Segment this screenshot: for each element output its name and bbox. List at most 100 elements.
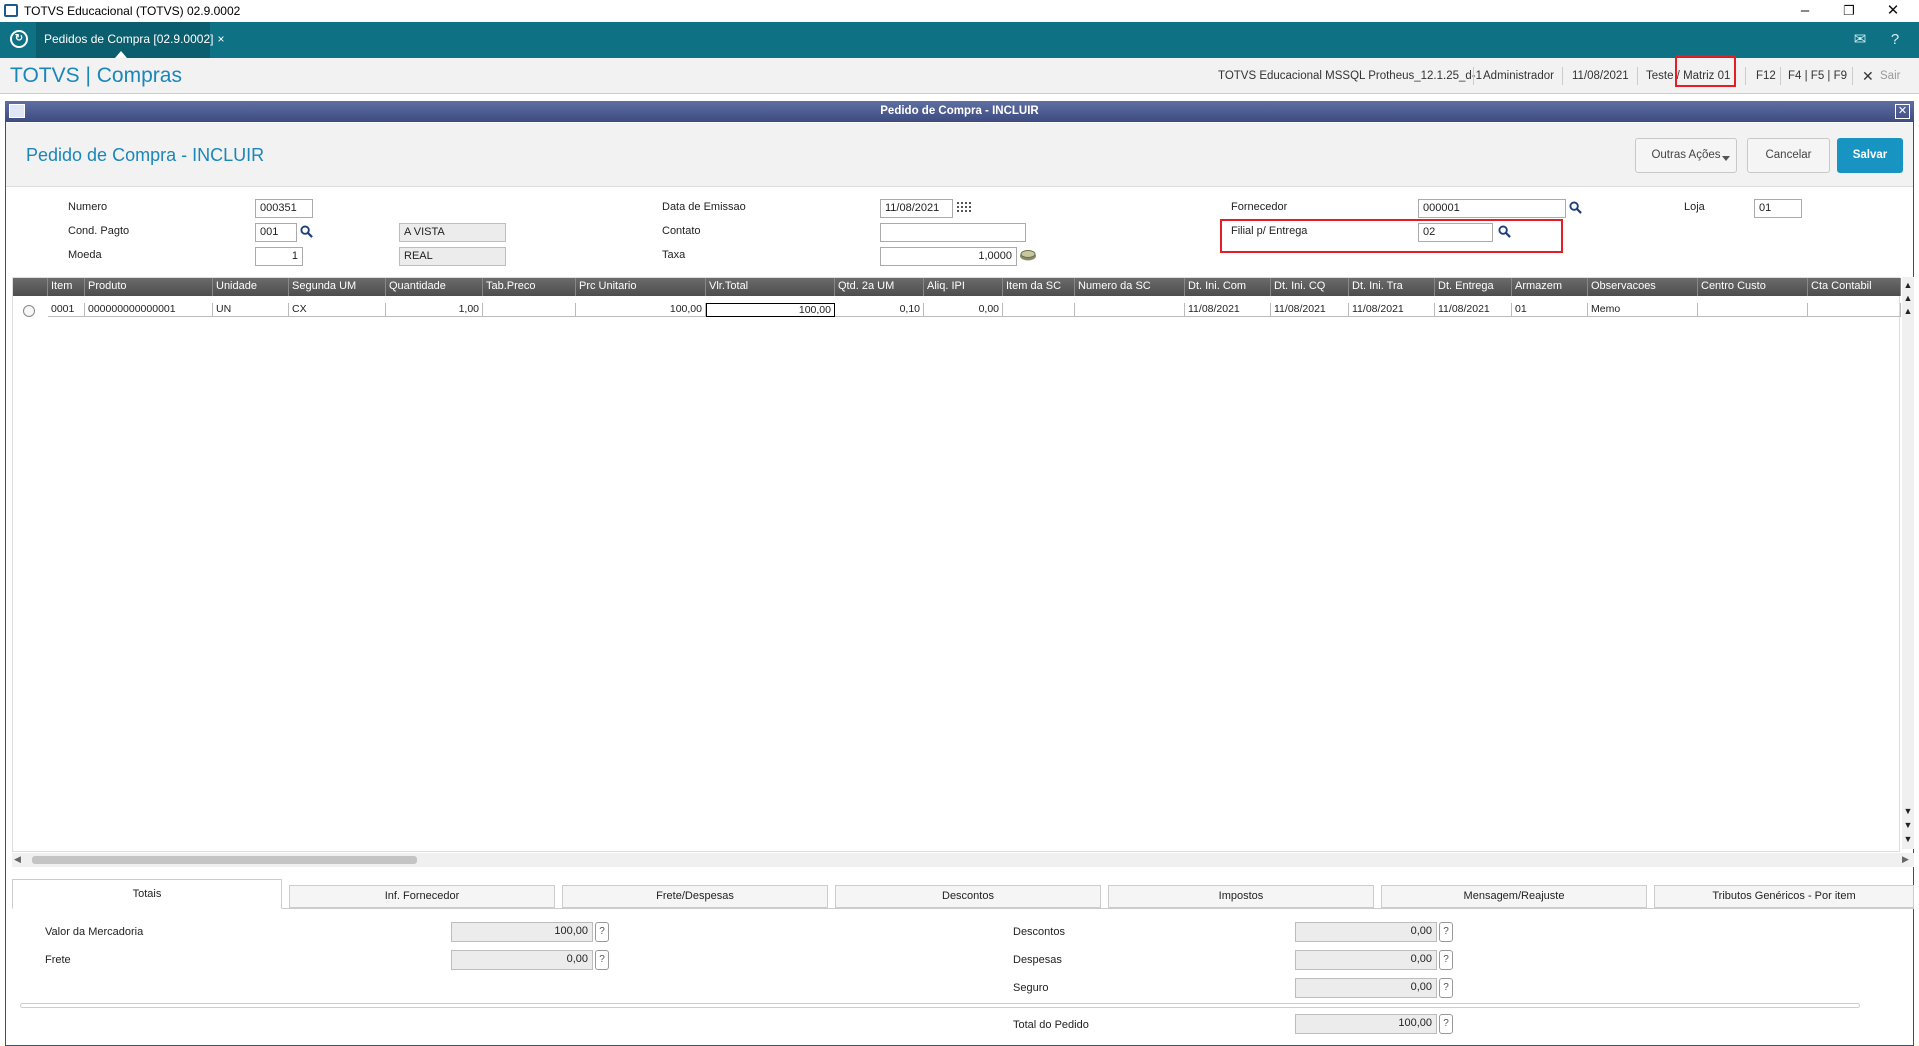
grid-header-dt-ini-cq[interactable]: Dt. Ini. CQ [1271,278,1349,296]
scroll-page-up-icon[interactable]: ▲ [1902,292,1914,304]
tab-descontos[interactable]: Descontos [835,885,1101,908]
grid-header-armazem[interactable]: Armazem [1512,278,1588,296]
cell-aliq-ipi[interactable]: 0,00 [924,303,1003,317]
footer-tabs: Totais Inf. Fornecedor Frete/Despesas De… [12,879,1914,909]
cell-armazem[interactable]: 01 [1512,303,1588,317]
tab-close-icon[interactable]: × [217,32,224,46]
tab-tributos-genericos[interactable]: Tributos Genéricos - Por item [1654,885,1914,908]
grid-header-unidade[interactable]: Unidade [213,278,289,296]
filial-entrega-label: Filial p/ Entrega [1231,225,1308,237]
highlight-box-branch [1675,55,1736,87]
loja-field[interactable]: 01 [1754,199,1802,218]
grid-header-quantidade[interactable]: Quantidade [386,278,483,296]
exit-button[interactable]: Sair [1880,58,1900,94]
cell-dt-entrega[interactable]: 11/08/2021 [1435,303,1512,317]
user-label: Administrador [1483,70,1554,82]
cell-dt-ini-tra[interactable]: 11/08/2021 [1349,303,1435,317]
cancel-button[interactable]: Cancelar [1747,138,1830,173]
grid-header-vlr-total[interactable]: Vlr.Total [706,278,835,296]
grid-header-tab-preco[interactable]: Tab.Preco [483,278,576,296]
tab-impostos[interactable]: Impostos [1108,885,1374,908]
cell-segunda-um[interactable]: CX [289,303,386,317]
help-icon[interactable]: ? [1885,30,1905,50]
descontos-help-button[interactable]: ? [1439,922,1453,942]
cell-observacoes[interactable]: Memo [1588,303,1698,317]
grid-header-dt-entrega[interactable]: Dt. Entrega [1435,278,1512,296]
row-select-radio[interactable] [23,305,35,317]
grid-header-cta-contabil[interactable]: Cta Contabil [1808,278,1901,296]
taxa-field[interactable]: 1,0000 [880,247,1017,266]
scrollbar-thumb[interactable] [32,856,417,864]
cell-unidade[interactable]: UN [213,303,289,317]
grid-header-aliq-ipi[interactable]: Aliq. IPI [924,278,1003,296]
moeda-field[interactable]: 1 [255,247,303,266]
cell-numero-sc[interactable] [1075,303,1185,317]
scroll-down-icon[interactable]: ▼ [1902,805,1914,817]
cell-dt-ini-cq[interactable]: 11/08/2021 [1271,303,1349,317]
grid-header-segunda-um[interactable]: Segunda UM [289,278,386,296]
fornecedor-search-icon[interactable] [1569,201,1582,214]
other-actions-button[interactable]: Outras Ações [1635,138,1737,173]
cell-centro-custo[interactable] [1698,303,1808,317]
grid-header-item-sc[interactable]: Item da SC [1003,278,1075,296]
save-button[interactable]: Salvar [1837,138,1903,173]
despesas-label: Despesas [1013,954,1062,966]
grid-header-dt-ini-com[interactable]: Dt. Ini. Com [1185,278,1271,296]
dialog-close-icon[interactable]: ✕ [1895,104,1910,119]
cell-tab-preco[interactable] [483,303,576,317]
scroll-right-icon[interactable]: ▶ [1902,854,1909,865]
grid-header-produto[interactable]: Produto [85,278,213,296]
scroll-left-icon[interactable]: ◀ [14,854,21,865]
contato-field[interactable] [880,223,1026,242]
cell-dt-ini-com[interactable]: 11/08/2021 [1185,303,1271,317]
tab-frete-despesas[interactable]: Frete/Despesas [562,885,828,908]
grid-vertical-scrollbar[interactable]: ▲ ▲ ▲ ▼ ▼ ▼ [1902,277,1914,849]
function-keys-button[interactable]: F4 | F5 | F9 [1788,58,1847,94]
exit-icon[interactable]: ✕ [1862,58,1874,94]
total-pedido-help-button[interactable]: ? [1439,1014,1453,1034]
tab-inf-fornecedor[interactable]: Inf. Fornecedor [289,885,555,908]
grid-header-observacoes[interactable]: Observacoes [1588,278,1698,296]
tab-totais[interactable]: Totais [12,879,282,909]
cell-item[interactable]: 0001 [48,303,85,317]
numero-field[interactable]: 000351 [255,199,313,218]
grid-header-select [13,278,48,296]
restore-button[interactable]: ❐ [1827,0,1871,22]
seguro-help-button[interactable]: ? [1439,978,1453,998]
totvs-logo-icon[interactable]: ↻ [10,30,28,48]
grid-header-centro-custo[interactable]: Centro Custo [1698,278,1808,296]
f12-button[interactable]: F12 [1756,58,1776,94]
despesas-help-button[interactable]: ? [1439,950,1453,970]
cell-qtd-2a-um[interactable]: 0,10 [835,303,924,317]
grid-header-dt-ini-tra[interactable]: Dt. Ini. Tra [1349,278,1435,296]
scroll-page-down-icon[interactable]: ▼ [1902,819,1914,831]
cell-prc-unitario[interactable]: 100,00 [576,303,706,317]
cell-vlr-total[interactable]: 100,00 [706,303,835,317]
fornecedor-field[interactable]: 000001 [1418,199,1566,218]
grid-header-prc-unitario[interactable]: Prc Unitario [576,278,706,296]
cell-produto[interactable]: 000000000000001 [85,303,213,317]
scroll-top-icon[interactable]: ▲ [1902,279,1914,291]
cell-cta-contabil[interactable] [1808,303,1901,317]
tab-mensagem-reajuste[interactable]: Mensagem/Reajuste [1381,885,1647,908]
minimize-button[interactable]: – [1783,0,1827,22]
close-window-button[interactable]: ✕ [1871,0,1915,22]
grid-header-numero-sc[interactable]: Numero da SC [1075,278,1185,296]
filial-entrega-field[interactable]: 02 [1418,223,1493,242]
cell-quantidade[interactable]: 1,00 [386,303,483,317]
mail-icon[interactable]: ✉ [1850,30,1870,50]
scroll-up-icon[interactable]: ▲ [1902,305,1914,317]
grid-header-qtd-2a-um[interactable]: Qtd. 2a UM [835,278,924,296]
cond-pagto-field[interactable]: 001 [255,223,297,242]
cond-pagto-search-icon[interactable] [300,225,313,238]
filial-search-icon[interactable] [1498,225,1511,238]
cell-item-sc[interactable] [1003,303,1075,317]
valor-mercadoria-help-button[interactable]: ? [595,922,609,942]
calendar-icon[interactable] [956,201,972,215]
grid-horizontal-scrollbar[interactable]: ◀ ▶ [12,853,1914,867]
grid-header-item[interactable]: Item [48,278,85,296]
money-icon[interactable] [1019,248,1037,262]
scroll-bottom-icon[interactable]: ▼ [1902,833,1914,845]
data-emissao-field[interactable]: 11/08/2021 [880,199,953,218]
frete-help-button[interactable]: ? [595,950,609,970]
